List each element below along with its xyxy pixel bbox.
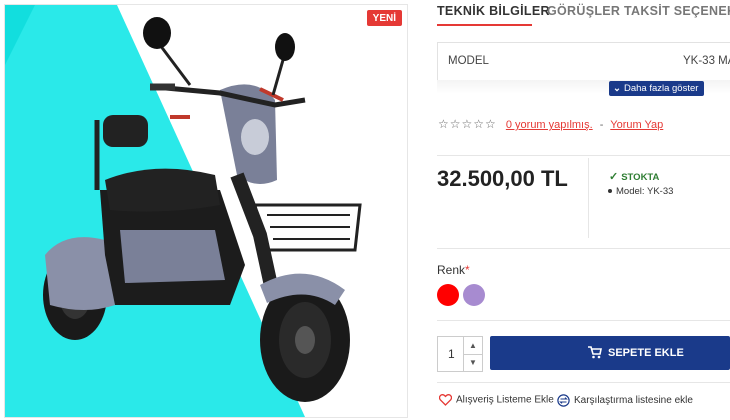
decrease-quantity-button[interactable]: ▼ — [464, 354, 482, 371]
bullet-icon — [608, 189, 612, 194]
stepper-buttons: ▲ ▼ — [463, 337, 482, 371]
compare-label: Karşılaştırma listesine ekle — [574, 395, 693, 407]
stock-label: STOKTA — [621, 172, 660, 183]
rating-row: ☆☆☆☆☆ 0 yorum yapılmış. - Yorum Yap — [438, 117, 663, 131]
add-to-compare-link[interactable]: Karşılaştırma listesine ekle — [557, 394, 693, 407]
tab-technical-info[interactable]: TEKNİK BİLGİLER — [437, 4, 550, 18]
scooter-image — [5, 5, 362, 417]
color-label: Renk* — [437, 263, 470, 277]
chevron-down-icon: ⌄ — [613, 83, 621, 94]
product-price: 32.500,00 TL — [437, 166, 568, 191]
spec-value: YK-33 MA — [683, 55, 730, 67]
required-mark: * — [465, 263, 470, 277]
compare-icon — [557, 394, 570, 407]
color-swatch-purple[interactable] — [463, 284, 485, 306]
rating-separator: - — [599, 119, 604, 131]
reviews-link[interactable]: 0 yorum yapılmış. — [506, 119, 593, 131]
show-more-button[interactable]: ⌄ Daha fazla göster — [609, 81, 705, 96]
add-to-wishlist-link[interactable]: Alışveriş Listeme Ekle — [438, 394, 554, 406]
product-image-panel[interactable]: YENİ — [4, 4, 408, 418]
check-icon: ✓ — [609, 171, 619, 183]
tab-installments[interactable]: TAKSİT SEÇENEKLERİ — [624, 4, 730, 18]
star-rating-icon[interactable]: ☆☆☆☆☆ — [438, 117, 497, 131]
write-review-link[interactable]: Yorum Yap — [610, 119, 663, 131]
divider — [437, 320, 730, 321]
color-swatch-red[interactable] — [437, 284, 459, 306]
color-label-text: Renk — [437, 263, 466, 277]
divider — [437, 155, 730, 156]
active-tab-indicator — [437, 24, 532, 26]
wishlist-label: Alışveriş Listeme Ekle — [456, 394, 554, 406]
divider — [437, 382, 730, 383]
cart-icon — [588, 346, 602, 359]
increase-quantity-button[interactable]: ▲ — [464, 337, 482, 355]
tab-reviews[interactable]: GÖRÜŞLER — [547, 4, 620, 18]
product-tabs: TEKNİK BİLGİLER GÖRÜŞLER TAKSİT SEÇENEKL… — [437, 0, 730, 30]
model-info: Model: YK-33 — [608, 186, 673, 197]
heart-icon — [438, 394, 453, 406]
stock-status: ✓ STOKTA — [609, 170, 659, 183]
spec-label: MODEL — [448, 55, 489, 67]
quantity-input[interactable]: 1 — [448, 347, 455, 361]
add-to-cart-button[interactable]: SEPETE EKLE — [490, 336, 730, 370]
quantity-stepper: 1 ▲ ▼ — [437, 336, 483, 372]
model-text: Model: YK-33 — [616, 186, 674, 197]
new-badge: YENİ — [366, 10, 402, 26]
vertical-divider — [588, 158, 589, 238]
spec-table: MODEL YK-33 MA — [437, 42, 730, 81]
divider — [437, 248, 730, 249]
show-more-label: Daha fazla göster — [623, 83, 699, 94]
add-to-cart-label: SEPETE EKLE — [608, 347, 684, 359]
